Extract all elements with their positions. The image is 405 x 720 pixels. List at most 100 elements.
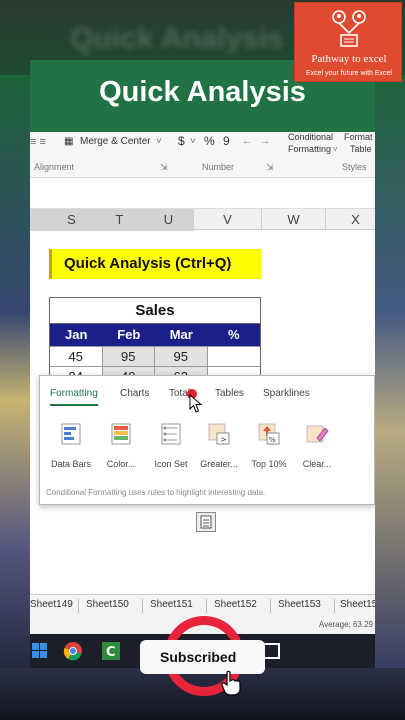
sheet-separator xyxy=(206,599,207,613)
ribbon: ≡ ≡ ▦ Merge & Center ˅ $ ˅ % 9 ← → Condi… xyxy=(30,132,375,178)
sheet-separator xyxy=(334,599,335,613)
option-greater-than[interactable]: > Greater... xyxy=(194,422,244,469)
alignment-launcher-icon[interactable]: ⇲ xyxy=(160,162,168,173)
quick-analysis-label: Quick Analysis (Ctrl+Q) xyxy=(49,249,261,279)
column-header-w[interactable]: W xyxy=(262,209,326,231)
comma-button[interactable]: 9 xyxy=(223,134,230,148)
tab-charts[interactable]: Charts xyxy=(120,388,149,399)
background-right xyxy=(375,75,405,668)
cell[interactable]: 95 xyxy=(102,347,155,366)
data-bars-label: Data Bars xyxy=(50,459,92,469)
group-number-label: Number xyxy=(202,162,235,172)
tab-tables[interactable]: Tables xyxy=(215,388,244,399)
sheet-tab[interactable]: Sheet149 xyxy=(30,599,73,610)
windows-start-icon[interactable] xyxy=(30,640,52,662)
quick-analysis-label-text: Quick Analysis (Ctrl+Q) xyxy=(64,255,232,272)
format-table-line1[interactable]: Format xyxy=(344,132,373,142)
percent-button[interactable]: % xyxy=(204,134,215,148)
cf-dropdown-icon[interactable]: ˅ xyxy=(333,145,338,154)
svg-text:C: C xyxy=(106,645,116,660)
color-scale-icon xyxy=(111,423,131,445)
quick-analysis-description: Conditional Formatting uses rules to hig… xyxy=(46,488,266,497)
header-percent[interactable]: % xyxy=(208,324,261,346)
column-header-s[interactable]: S xyxy=(48,209,96,231)
sheet-tab[interactable]: Sheet153 xyxy=(278,599,321,610)
merge-center-button[interactable]: Merge & Center xyxy=(80,136,151,147)
people-network-icon xyxy=(332,10,366,47)
subscribe-button[interactable]: Subscribed xyxy=(140,640,265,674)
icon-set-icon xyxy=(161,423,181,445)
sheet-tab[interactable]: Sheet151 xyxy=(150,599,193,610)
currency-button[interactable]: $ xyxy=(178,134,185,148)
brand-logo: Pathway to excel Excel your future with … xyxy=(294,2,402,82)
status-average: Average: 63.29 xyxy=(318,620,373,629)
column-header-v[interactable]: V xyxy=(194,209,262,231)
subscribe-label: Subscribed xyxy=(160,649,237,665)
merge-dropdown-icon[interactable]: ˅ xyxy=(156,136,162,147)
sales-header-row: Jan Feb Mar % xyxy=(50,324,260,346)
hand-cursor-icon xyxy=(221,670,241,696)
sheet-separator xyxy=(270,599,271,613)
column-headers: S T U V W X xyxy=(30,208,375,231)
conditional-formatting-line2[interactable]: Formatting xyxy=(288,144,331,154)
option-data-bars[interactable]: Data Bars xyxy=(46,422,96,469)
option-icon-set[interactable]: Icon Set xyxy=(146,422,196,469)
quick-analysis-icon xyxy=(200,515,212,529)
svg-text:>: > xyxy=(220,435,227,444)
header-jan[interactable]: Jan xyxy=(50,324,103,346)
top-10-label: Top 10% xyxy=(251,459,287,469)
sheet-tabs: Sheet149 Sheet150 Sheet151 Sheet152 Shee… xyxy=(30,594,375,616)
option-color-scale[interactable]: Color... xyxy=(96,422,146,469)
tab-sparklines[interactable]: Sparklines xyxy=(263,388,310,399)
sales-title[interactable]: Sales xyxy=(50,298,260,324)
increase-decimal-icon[interactable]: ← xyxy=(242,136,252,147)
column-header-u[interactable]: U xyxy=(144,209,194,231)
camtasia-icon[interactable]: C xyxy=(100,640,122,662)
data-bars-icon xyxy=(61,423,81,445)
currency-dropdown-icon[interactable]: ˅ xyxy=(190,136,196,147)
header-feb[interactable]: Feb xyxy=(103,324,156,346)
column-header-corner xyxy=(30,209,48,231)
sheet-tab[interactable]: Sheet154 xyxy=(340,599,375,610)
table-row: 45 95 95 xyxy=(50,346,260,366)
sheet-separator xyxy=(78,599,79,613)
cell[interactable]: 95 xyxy=(155,347,208,366)
formula-gap xyxy=(30,178,375,208)
group-alignment-label: Alignment xyxy=(34,162,75,172)
tab-formatting[interactable]: Formatting xyxy=(50,388,98,399)
chrome-icon[interactable] xyxy=(62,640,84,662)
color-scale-label: Color... xyxy=(106,459,136,469)
active-tab-underline xyxy=(50,404,98,406)
quick-analysis-popup: Formatting Charts Totals Tables Sparklin… xyxy=(39,375,375,505)
cell[interactable]: 45 xyxy=(50,347,103,366)
quick-analysis-button[interactable] xyxy=(196,512,216,532)
format-table-line2[interactable]: Table xyxy=(350,144,372,154)
brand-name: Pathway to excel xyxy=(311,53,387,65)
decrease-decimal-icon[interactable]: → xyxy=(260,136,270,147)
brand-tagline: Excel your future with Excel xyxy=(306,70,392,77)
cell[interactable] xyxy=(208,347,261,366)
header-mar[interactable]: Mar xyxy=(155,324,208,346)
sheet-separator xyxy=(142,599,143,613)
option-top-10[interactable]: % Top 10% xyxy=(244,422,294,469)
merge-center-icon: ▦ xyxy=(64,136,74,147)
top-10-icon: % xyxy=(258,423,280,445)
blurred-title: Quick Analysis xyxy=(70,22,284,55)
greater-than-icon: > xyxy=(208,423,230,445)
icon-set-label: Icon Set xyxy=(154,459,188,469)
sheet-tab[interactable]: Sheet152 xyxy=(214,599,257,610)
align-icons[interactable]: ≡ ≡ xyxy=(30,136,46,148)
conditional-formatting-line1[interactable]: Conditional xyxy=(288,132,333,142)
sheet-tab[interactable]: Sheet150 xyxy=(86,599,129,610)
column-header-x[interactable]: X xyxy=(326,209,375,231)
excel-window: Quick Analysis ≡ ≡ ▦ Merge & Center ˅ $ … xyxy=(30,60,375,668)
quick-analysis-tabs: Formatting Charts Totals Tables Sparklin… xyxy=(40,376,374,413)
mouse-cursor-icon xyxy=(189,394,203,413)
column-header-t[interactable]: T xyxy=(96,209,144,231)
group-styles-label: Styles xyxy=(342,162,367,172)
clear-format-label: Clear... xyxy=(302,459,332,469)
option-clear-format[interactable]: Clear... xyxy=(292,422,342,469)
number-launcher-icon[interactable]: ⇲ xyxy=(266,162,274,173)
background-left xyxy=(0,75,30,668)
svg-text:%: % xyxy=(269,436,276,444)
